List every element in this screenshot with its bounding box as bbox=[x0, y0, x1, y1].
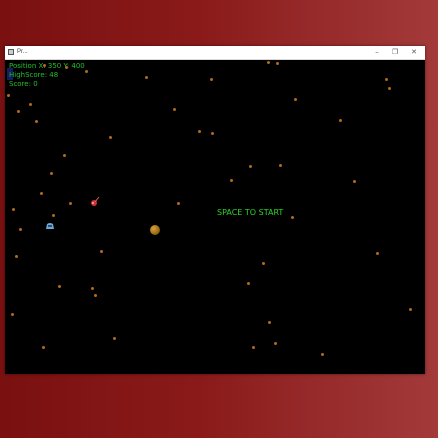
asteroid-icon bbox=[50, 172, 53, 175]
maximize-button[interactable]: ❐ bbox=[386, 46, 404, 59]
asteroid-icon bbox=[69, 202, 72, 205]
asteroid-icon bbox=[109, 136, 112, 139]
asteroid-icon bbox=[262, 262, 265, 265]
asteroid-icon bbox=[211, 132, 214, 135]
asteroid-icon bbox=[113, 337, 116, 340]
minimize-button[interactable]: – bbox=[368, 46, 386, 59]
asteroid-icon bbox=[177, 202, 180, 205]
hud-highscore: HighScore: 48 bbox=[9, 71, 59, 79]
asteroid-icon bbox=[385, 78, 388, 81]
planet-icon bbox=[150, 225, 160, 235]
asteroid-icon bbox=[40, 192, 43, 195]
asteroid-icon bbox=[230, 179, 233, 182]
hud-score: Score: 0 bbox=[9, 80, 38, 88]
asteroid-icon bbox=[353, 180, 356, 183]
asteroid-icon bbox=[409, 308, 412, 311]
window-title: Pr... bbox=[17, 49, 28, 55]
asteroid-icon bbox=[249, 165, 252, 168]
asteroid-icon bbox=[15, 255, 18, 258]
asteroid-icon bbox=[52, 214, 55, 217]
asteroid-icon bbox=[268, 321, 271, 324]
start-prompt: SPACE TO START bbox=[217, 208, 284, 217]
asteroid-icon bbox=[276, 62, 279, 65]
asteroid-icon bbox=[247, 282, 250, 285]
asteroid-icon bbox=[85, 70, 88, 73]
asteroid-icon bbox=[42, 346, 45, 349]
asteroid-icon bbox=[63, 154, 66, 157]
asteroid-icon bbox=[376, 252, 379, 255]
asteroid-icon bbox=[291, 216, 294, 219]
asteroid-icon bbox=[35, 120, 38, 123]
asteroid-icon bbox=[65, 66, 68, 69]
app-icon bbox=[8, 49, 14, 55]
asteroid-icon bbox=[210, 78, 213, 81]
asteroid-icon bbox=[294, 98, 297, 101]
asteroid-icon bbox=[17, 110, 20, 113]
asteroid-icon bbox=[29, 103, 32, 106]
asteroid-icon bbox=[252, 346, 255, 349]
asteroid-icon bbox=[274, 342, 277, 345]
asteroid-icon bbox=[100, 250, 103, 253]
asteroid-icon bbox=[11, 313, 14, 316]
asteroid-icon bbox=[43, 64, 46, 67]
player-ship-icon bbox=[46, 223, 54, 229]
asteroid-icon bbox=[145, 76, 148, 79]
game-canvas[interactable]: Position X: 350 Y: 400 HighScore: 48 Sco… bbox=[5, 60, 425, 374]
asteroid-icon bbox=[279, 164, 282, 167]
asteroid-icon bbox=[12, 208, 15, 211]
asteroid-icon bbox=[91, 287, 94, 290]
game-window: Pr... – ❐ ✕ Position X: 350 Y: 400 HighS… bbox=[5, 46, 425, 374]
hud-position: Position X: 350 Y: 400 bbox=[9, 62, 85, 70]
asteroid-icon bbox=[339, 119, 342, 122]
asteroid-icon bbox=[7, 94, 10, 97]
asteroid-icon bbox=[198, 130, 201, 133]
asteroid-icon bbox=[321, 353, 324, 356]
window-titlebar[interactable]: Pr... – ❐ ✕ bbox=[5, 46, 425, 60]
asteroid-icon bbox=[58, 285, 61, 288]
asteroid-icon bbox=[19, 228, 22, 231]
enemy-ship-icon bbox=[91, 196, 100, 206]
asteroid-icon bbox=[94, 294, 97, 297]
close-button[interactable]: ✕ bbox=[405, 46, 423, 59]
asteroid-icon bbox=[173, 108, 176, 111]
asteroid-icon bbox=[267, 61, 270, 64]
asteroid-icon bbox=[388, 87, 391, 90]
